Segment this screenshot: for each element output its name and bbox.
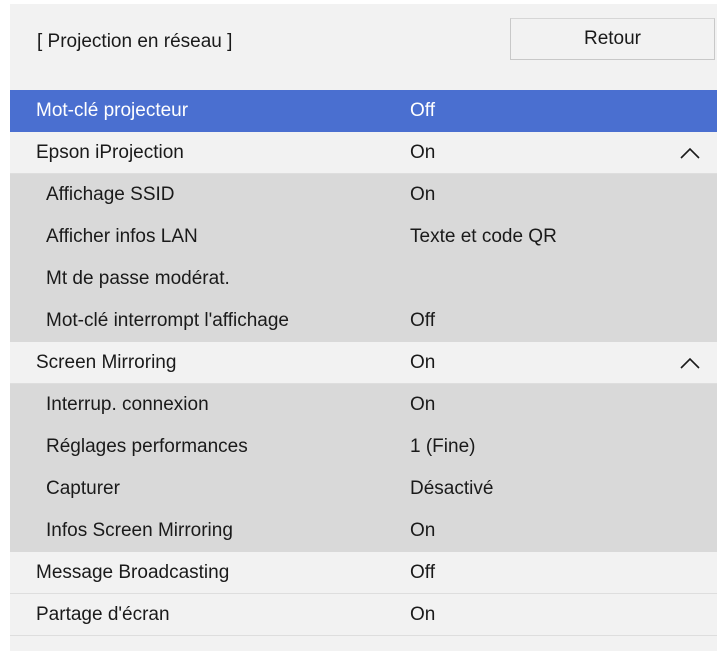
menu-item-label: Mot-clé projecteur bbox=[36, 100, 189, 121]
menu-item-screen-mirroring-info[interactable]: Infos Screen Mirroring On bbox=[10, 510, 717, 552]
menu-item-label: Réglages performances bbox=[46, 436, 248, 457]
menu-item-value: On bbox=[410, 603, 436, 625]
menu-item-message-broadcasting[interactable]: Message Broadcasting Off bbox=[10, 552, 717, 594]
menu-item-moderator-password[interactable]: Mt de passe modérat. bbox=[10, 258, 717, 300]
menu-item-performance-settings[interactable]: Réglages performances 1 (Fine) bbox=[10, 426, 717, 468]
menu-item-lan-info[interactable]: Afficher infos LAN Texte et code QR bbox=[10, 216, 717, 258]
menu-item-value: Texte et code QR bbox=[410, 226, 557, 247]
settings-panel: [ Projection en réseau ] Retour Mot-clé … bbox=[10, 4, 717, 651]
menu-item-label: Afficher infos LAN bbox=[46, 226, 198, 247]
menu-item-label: Epson iProjection bbox=[36, 141, 184, 163]
menu-item-keyword-interrupt[interactable]: Mot-clé interrompt l'affichage Off bbox=[10, 300, 717, 342]
chevron-up-icon[interactable] bbox=[679, 356, 701, 370]
menu-item-value: 1 (Fine) bbox=[410, 436, 476, 457]
menu-item-label: Affichage SSID bbox=[46, 184, 175, 205]
menu-item-screen-sharing[interactable]: Partage d'écran On bbox=[10, 594, 717, 636]
menu-item-value: On bbox=[410, 184, 436, 205]
menu-item-label: Mot-clé interrompt l'affichage bbox=[46, 310, 289, 331]
menu-item-label: Partage d'écran bbox=[36, 603, 170, 625]
menu-item-label: Screen Mirroring bbox=[36, 351, 177, 373]
settings-menu: Mot-clé projecteur Off Epson iProjection… bbox=[10, 90, 717, 636]
menu-item-value: On bbox=[410, 141, 436, 163]
menu-item-projector-keyword[interactable]: Mot-clé projecteur Off bbox=[10, 90, 717, 132]
menu-item-label: Interrup. connexion bbox=[46, 394, 209, 415]
menu-item-value: On bbox=[410, 394, 436, 415]
menu-item-value: Désactivé bbox=[410, 478, 494, 499]
menu-item-value: On bbox=[410, 520, 436, 541]
menu-item-screen-mirroring[interactable]: Screen Mirroring On bbox=[10, 342, 717, 384]
menu-item-epson-iprojection[interactable]: Epson iProjection On bbox=[10, 132, 717, 174]
panel-header: [ Projection en réseau ] Retour bbox=[10, 4, 717, 84]
menu-item-value: Off bbox=[410, 100, 435, 121]
menu-item-ssid-display[interactable]: Affichage SSID On bbox=[10, 174, 717, 216]
menu-item-interrupt-connection[interactable]: Interrup. connexion On bbox=[10, 384, 717, 426]
menu-item-value: Off bbox=[410, 561, 435, 583]
menu-item-value: On bbox=[410, 351, 436, 373]
back-button[interactable]: Retour bbox=[510, 18, 715, 60]
menu-item-label: Mt de passe modérat. bbox=[46, 268, 230, 289]
menu-item-label: Message Broadcasting bbox=[36, 561, 230, 583]
menu-item-label: Capturer bbox=[46, 478, 120, 499]
menu-item-value: Off bbox=[410, 310, 435, 331]
page-title: [ Projection en réseau ] bbox=[37, 31, 233, 52]
chevron-up-icon[interactable] bbox=[679, 146, 701, 160]
menu-item-capture[interactable]: Capturer Désactivé bbox=[10, 468, 717, 510]
menu-item-label: Infos Screen Mirroring bbox=[46, 520, 233, 541]
